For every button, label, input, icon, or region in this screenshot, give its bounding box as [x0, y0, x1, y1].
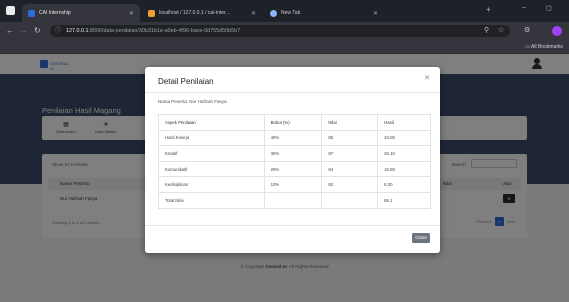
reload-icon[interactable]: ↻	[34, 25, 41, 37]
profile-avatar-icon[interactable]	[552, 26, 562, 36]
address-bar[interactable]: ⓘ 127.0.0.1:8000/data-penilaian/30b31b1e-…	[50, 25, 510, 37]
tab-title: localhost / 127.0.0.1 / cai-inter…	[159, 10, 231, 16]
cell-hasil: 26.10	[377, 145, 431, 162]
tab-close-icon[interactable]: ✕	[129, 10, 134, 17]
cell-empty	[263, 191, 323, 209]
tab-phpmyadmin[interactable]: localhost / 127.0.0.1 / cai-inter… ✕	[142, 4, 262, 22]
header-nilai: Nilai	[321, 114, 379, 131]
modal-header-divider	[145, 92, 440, 93]
cell-hasil: 8.20	[377, 176, 431, 193]
cell-aspek: Kedisiplinan	[158, 176, 265, 193]
cell-nilai: 82	[321, 176, 379, 193]
cell-aspek: Hasil Kinerja	[158, 129, 265, 147]
bookmark-star-icon[interactable]: ☆	[498, 25, 504, 37]
cell-aspek: Komunikatif	[158, 160, 265, 178]
total-value: 85.1	[377, 191, 431, 209]
total-label: Total Nilai	[158, 191, 265, 209]
cell-bobot: 10%	[263, 176, 323, 193]
back-icon[interactable]: ←	[6, 25, 14, 37]
cell-bobot: 20%	[263, 160, 323, 178]
cell-nilai: 87	[321, 145, 379, 162]
close-button[interactable]: Close	[412, 233, 430, 243]
penilaian-detail-table: Aspek Penilaian Bobot (%) Nilai Hasil Ha…	[158, 114, 431, 209]
table-row: Komunikatif 20% 84 16.80	[158, 160, 431, 178]
minimize-icon[interactable]: –	[522, 4, 526, 11]
cell-empty	[321, 191, 379, 209]
table-row: Hasil Kinerja 40% 85 34.00	[158, 129, 431, 147]
all-bookmarks-button[interactable]: ▭ All Bookmarks	[525, 42, 563, 52]
new-tab-icon[interactable]: +	[486, 5, 491, 14]
modal-footer-divider	[145, 225, 440, 226]
tab-cai-internship[interactable]: CAI Internship ✕	[22, 4, 140, 22]
tab-close-icon[interactable]: ✕	[373, 10, 378, 17]
table-header-row: Aspek Penilaian Bobot (%) Nilai Hasil	[158, 114, 431, 131]
cell-hasil: 16.80	[377, 160, 431, 178]
cell-nilai: 84	[321, 160, 379, 178]
forward-icon[interactable]: →	[20, 25, 28, 37]
table-row: Kedisiplinan 10% 82 8.20	[158, 176, 431, 193]
all-bookmarks-label: All Bookmarks	[531, 44, 563, 50]
bookmarks-bar: ▭ All Bookmarks	[0, 40, 569, 54]
tab-close-icon[interactable]: ✕	[251, 10, 256, 17]
table-row: Kreatif 30% 87 26.10	[158, 145, 431, 162]
cell-bobot: 30%	[263, 145, 323, 162]
address-path: :8000/data-penilaian/30b31b1e-a0eb-4f96-…	[88, 28, 241, 34]
detail-penilaian-modal: Detail Penilaian ✕ Nama Peserta: Nur Haf…	[145, 67, 440, 253]
cell-nilai: 85	[321, 129, 379, 147]
modal-title: Detail Penilaian	[158, 77, 214, 86]
restore-icon[interactable]: ◻	[546, 4, 552, 12]
tab-title: CAI Internship	[39, 10, 71, 16]
header-bobot: Bobot (%)	[263, 114, 323, 131]
tab-title: New Tab	[281, 10, 301, 16]
address-toolbar: ← → ↻ ⓘ 127.0.0.1:8000/data-penilaian/30b…	[0, 22, 569, 40]
site-info-icon[interactable]: ⓘ	[55, 25, 61, 37]
browser-tab-strip: CAI Internship ✕ localhost / 127.0.0.1 /…	[0, 0, 569, 22]
chrome-favicon-icon	[270, 9, 277, 17]
header-aspek: Aspek Penilaian	[158, 114, 265, 131]
cell-bobot: 40%	[263, 129, 323, 147]
cai-favicon-icon	[28, 9, 35, 17]
header-hasil: Hasil	[377, 114, 431, 131]
tab-new-tab[interactable]: New Tab ✕	[264, 4, 384, 22]
zoom-icon[interactable]: ⚲	[484, 25, 489, 37]
close-icon[interactable]: ✕	[424, 75, 430, 83]
cell-hasil: 34.00	[377, 129, 431, 147]
total-row: Total Nilai 85.1	[158, 191, 431, 209]
tab-search-icon[interactable]	[6, 6, 15, 15]
extensions-icon[interactable]: ⚙	[524, 25, 530, 37]
phpmyadmin-favicon-icon	[148, 9, 155, 17]
address-host: 127.0.0.1	[66, 28, 89, 34]
cell-aspek: Kreatif	[158, 145, 265, 162]
peserta-name: Nama Peserta: Nur Hafizah Fasya	[158, 99, 227, 104]
